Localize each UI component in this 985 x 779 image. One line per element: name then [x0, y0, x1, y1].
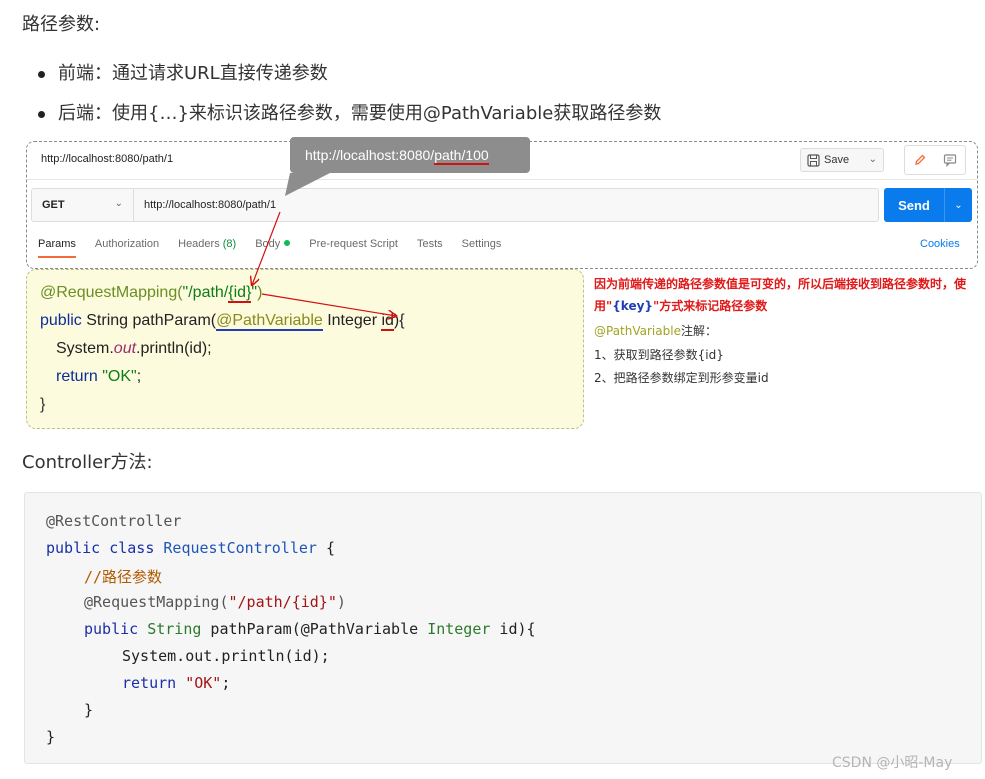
code-line-1: @RequestMapping("/path/{id}") [40, 284, 263, 303]
annotation-title: @PathVariable注解： [594, 322, 717, 339]
section-heading-controller: Controller方法: [22, 452, 153, 473]
code-field: out [113, 340, 137, 357]
code-text: .println(id); [136, 340, 212, 357]
code-text: { [316, 539, 335, 557]
note-text-b: "方式来标记路径参数 [652, 299, 768, 313]
code-text: ){ [393, 312, 405, 329]
tab-body[interactable]: Body [255, 238, 291, 258]
code-line-2: public String pathParam(@PathVariable In… [40, 312, 405, 331]
code-line-3: System.out.println(id); [56, 340, 212, 358]
save-icon [807, 153, 820, 167]
annotation-item-2: 2、把路径参数绑定到形参变量id [594, 371, 769, 385]
divider [27, 179, 977, 180]
code-comment: //路径参数 [84, 568, 163, 586]
code-line-5: public String pathParam(@PathVariable In… [84, 620, 536, 638]
code-annotation: @RequestMapping( [84, 593, 229, 611]
code-text: Integer [322, 312, 382, 329]
code-line-9: } [46, 728, 56, 746]
tab-params[interactable]: Params [38, 238, 76, 258]
code-line-2: public class RequestController { [46, 539, 335, 557]
code-line-1: @RestController [46, 512, 182, 530]
headers-count: (8) [222, 238, 237, 250]
code-text: ; [136, 368, 142, 385]
tab-authorization[interactable]: Authorization [95, 238, 159, 258]
tooltip-pointer [285, 173, 330, 196]
code-line-5: } [40, 396, 46, 413]
url-tooltip: http://localhost:8080/path/100 [290, 137, 530, 173]
code-string: "/path/ [182, 284, 229, 301]
request-bar: GET ⌄ http://localhost:8080/path/1 [31, 188, 879, 222]
code-string: "OK" [102, 368, 137, 385]
cookies-link[interactable]: Cookies [920, 238, 960, 250]
method-select[interactable]: GET ⌄ [32, 189, 134, 221]
code-keyword: public class [46, 539, 164, 557]
bullet-backend: 后端：使用{…}来标识该路径参数，需要使用@PathVariable获取路径参数 [38, 94, 661, 134]
code-line-8: } [84, 701, 94, 719]
tab-tests[interactable]: Tests [417, 238, 443, 258]
code-keyword: public [84, 620, 148, 638]
body-status-dot [284, 240, 291, 246]
code-annotation: @RequestMapping( [40, 284, 183, 301]
code-keyword: return [122, 674, 186, 692]
code-line-6: System.out.println(id); [122, 647, 330, 665]
code-line-4: return "OK"; [56, 368, 141, 386]
code-text: String pathParam( [81, 312, 217, 329]
code-paren: ) [257, 284, 263, 301]
code-type: String [147, 620, 202, 638]
pathvariable-annotation: @PathVariable [216, 312, 323, 331]
url-input[interactable]: http://localhost:8080/path/1 [144, 199, 276, 211]
annotated-code-box: @RequestMapping("/path/{id}") public Str… [26, 269, 584, 429]
bullet-list: 前端：通过请求URL直接传递参数 后端：使用{…}来标识该路径参数，需要使用@P… [38, 54, 661, 134]
param-id: id [381, 312, 394, 331]
chevron-down-icon[interactable]: ⌄ [869, 154, 877, 165]
request-tabs: Params Authorization Headers (8) Body Pr… [38, 238, 520, 258]
code-text: pathParam(@PathVariable [201, 620, 428, 638]
tab-headers-label: Headers [178, 238, 220, 250]
code-line-7: return "OK"; [122, 674, 230, 692]
tab-settings[interactable]: Settings [462, 238, 502, 258]
chevron-down-icon: ⌄ [114, 198, 123, 209]
path-variable-placeholder: {id} [228, 284, 252, 303]
right-toolbar [904, 145, 966, 175]
code-line-4: @RequestMapping("/path/{id}") [84, 593, 346, 611]
code-class-name: RequestController [163, 539, 317, 557]
code-string: "/path/{id}" [228, 593, 337, 611]
tooltip-highlight: path/100 [434, 147, 489, 165]
watermark: CSDN @小昭-May [832, 755, 953, 771]
comment-icon[interactable] [943, 153, 957, 167]
annotation-suffix: 注解： [680, 324, 717, 338]
note-key: {key} [612, 299, 653, 313]
code-string: "OK" [185, 674, 222, 692]
tab-prerequest-script[interactable]: Pre-request Script [309, 238, 398, 258]
edit-icon[interactable] [913, 153, 927, 167]
code-paren: ) [336, 593, 346, 611]
code-text: System. [56, 340, 114, 357]
code-keyword: public [40, 312, 82, 329]
bullet-frontend: 前端：通过请求URL直接传递参数 [38, 54, 661, 94]
tooltip-prefix: http://localhost:8080/ [305, 147, 435, 163]
controller-code-block: @RestController public class RequestCont… [24, 492, 982, 764]
send-label: Send [898, 197, 930, 213]
save-button[interactable]: Save ⌄ [800, 148, 884, 172]
annotation-name: @PathVariable [594, 324, 681, 338]
annotation-item-1: 1、获取到路径参数{id} [594, 348, 724, 362]
request-tab-url[interactable]: http://localhost:8080/path/1 [41, 153, 173, 165]
code-keyword: return [56, 368, 103, 385]
save-label: Save [824, 154, 850, 166]
section-heading-path-params: 路径参数: [22, 14, 101, 35]
explanation-note: 因为前端传递的路径参数值是可变的，所以后端接收到路径参数时，使用"{key}"方… [594, 273, 969, 317]
tab-body-label: Body [255, 238, 281, 250]
chevron-down-icon[interactable]: ⌄ [945, 200, 972, 211]
code-type: Integer [427, 620, 491, 638]
code-text: id){ [490, 620, 536, 638]
method-label: GET [42, 199, 65, 211]
tab-headers[interactable]: Headers (8) [178, 238, 236, 258]
code-text: ; [221, 674, 231, 692]
send-button[interactable]: Send ⌄ [884, 188, 972, 222]
